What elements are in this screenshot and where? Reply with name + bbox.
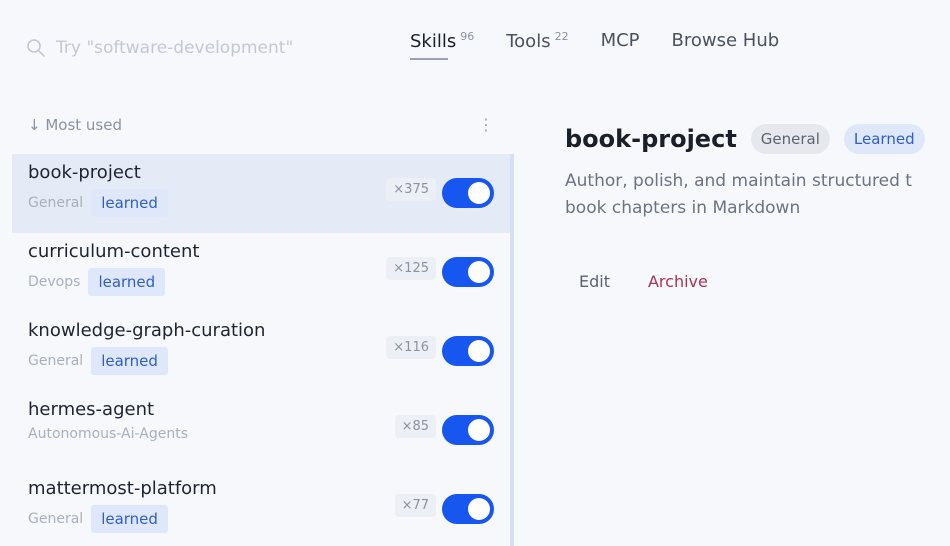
tab-mcp-label: MCP [600, 30, 640, 51]
list-item[interactable]: curriculum-content Devops learned ×125 [12, 233, 510, 312]
description-line: book chapters in Markdown [565, 198, 801, 218]
detail-title: book-project [565, 125, 737, 153]
detail-description: Author, polish, and maintain structured … [565, 168, 950, 222]
list-item[interactable]: mattermost-platform General learned ×77 [12, 470, 510, 546]
learned-pill: Learned [843, 124, 925, 154]
learned-badge: learned [91, 347, 168, 375]
list-item[interactable]: hermes-agent Autonomous-Ai-Agents ×85 [12, 391, 510, 470]
learned-badge: learned [91, 505, 168, 533]
skill-category: Autonomous-Ai-Agents [28, 426, 189, 442]
toggle-knob [468, 419, 490, 441]
list-item[interactable]: knowledge-graph-curation General learned… [12, 312, 510, 391]
sort-button[interactable]: ↓ Most used [28, 116, 122, 134]
toggle-knob [468, 340, 490, 362]
list-header: ↓ Most used ⋮ [28, 116, 498, 134]
toggle-knob [468, 182, 490, 204]
skill-category: General [28, 353, 84, 369]
learned-badge: learned [91, 189, 168, 217]
tab-bar: Skills 96 Tools 22 MCP Browse Hub [410, 30, 779, 60]
tab-skills[interactable]: Skills 96 [410, 30, 474, 60]
category-pill: General [750, 124, 830, 154]
skill-enabled-toggle[interactable] [442, 178, 494, 208]
skill-enabled-toggle[interactable] [442, 257, 494, 287]
search-input[interactable] [56, 38, 336, 58]
tab-tools-label: Tools [506, 31, 551, 52]
tab-skills-label: Skills [410, 31, 457, 52]
tab-tools-count: 22 [554, 30, 569, 43]
tab-browse-hub-label: Browse Hub [671, 30, 780, 51]
more-options-icon[interactable]: ⋮ [474, 117, 498, 133]
search-box[interactable] [26, 34, 346, 62]
tab-skills-count: 96 [460, 30, 475, 43]
skill-enabled-toggle[interactable] [442, 415, 494, 445]
description-line: Author, polish, and maintain structured … [565, 171, 912, 191]
toggle-knob [468, 498, 490, 520]
skill-category: General [28, 511, 84, 527]
toggle-knob [468, 261, 490, 283]
skill-category: General [28, 195, 84, 211]
skill-category: Devops [28, 274, 81, 290]
usage-count: ×125 [386, 257, 436, 280]
usage-count: ×116 [386, 336, 436, 359]
usage-count: ×85 [394, 415, 436, 438]
tab-browse-hub[interactable]: Browse Hub [672, 30, 780, 59]
tab-tools[interactable]: Tools 22 [506, 30, 568, 60]
learned-badge: learned [88, 268, 166, 296]
tab-mcp[interactable]: MCP [601, 30, 640, 59]
search-icon [27, 39, 45, 57]
skills-list: book-project General learned ×375 curric… [12, 154, 514, 546]
skill-detail-panel: book-project General Learned Author, pol… [565, 124, 950, 295]
list-item[interactable]: book-project General learned ×375 [12, 154, 510, 233]
detail-actions: Edit Archive [565, 268, 950, 295]
edit-button[interactable]: Edit [565, 268, 624, 295]
usage-count: ×375 [386, 178, 436, 201]
skill-enabled-toggle[interactable] [442, 336, 494, 366]
archive-button[interactable]: Archive [634, 268, 722, 295]
skill-enabled-toggle[interactable] [442, 494, 494, 524]
usage-count: ×77 [394, 494, 436, 517]
